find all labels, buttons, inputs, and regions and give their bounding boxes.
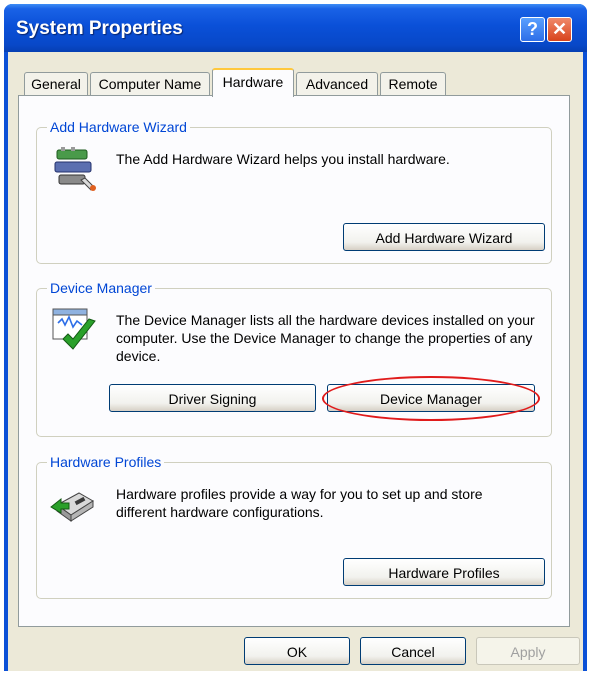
add-hardware-wizard-button[interactable]: Add Hardware Wizard: [343, 223, 545, 251]
hardware-tab-panel: Add Hardware Wizard The Add Hardware Wiz…: [18, 95, 570, 627]
help-button[interactable]: ?: [520, 17, 545, 42]
hardware-profiles-button[interactable]: Hardware Profiles: [343, 558, 545, 586]
device-manager-group-title: Device Manager: [47, 279, 155, 297]
device-manager-group: Device Manager The Device Manager lists …: [36, 279, 552, 437]
tab-hardware[interactable]: Hardware: [212, 68, 294, 97]
apply-button[interactable]: Apply: [476, 637, 580, 665]
tab-remote[interactable]: Remote: [380, 72, 446, 95]
help-icon: ?: [527, 19, 538, 39]
tab-computer-name[interactable]: Computer Name: [90, 72, 210, 95]
tab-advanced[interactable]: Advanced: [296, 72, 378, 95]
dialog-client-area: General Computer Name Hardware Advanced …: [8, 52, 583, 671]
window-title: System Properties: [16, 18, 183, 39]
device-manager-icon: [52, 308, 96, 350]
add-hardware-wizard-group: Add Hardware Wizard The Add Hardware Wiz…: [36, 118, 552, 264]
system-properties-window: System Properties ? ✕ General Computer N…: [4, 4, 587, 671]
title-bar[interactable]: System Properties ? ✕: [4, 4, 587, 52]
device-manager-button[interactable]: Device Manager: [327, 384, 535, 412]
device-manager-description: The Device Manager lists all the hardwar…: [116, 312, 535, 364]
tab-general[interactable]: General: [24, 72, 88, 95]
ok-button[interactable]: OK: [244, 637, 350, 665]
close-icon: ✕: [551, 19, 568, 39]
add-hardware-wizard-icon: [54, 147, 96, 191]
hardware-profiles-group: Hardware Profiles Hardware profiles prov…: [36, 453, 552, 599]
cancel-button[interactable]: Cancel: [360, 637, 466, 665]
add-hardware-group-title: Add Hardware Wizard: [47, 118, 190, 136]
hardware-profiles-icon: [50, 492, 94, 522]
add-hardware-description: The Add Hardware Wizard helps you instal…: [116, 151, 450, 167]
hardware-profiles-group-title: Hardware Profiles: [47, 453, 165, 471]
close-button[interactable]: ✕: [547, 17, 572, 42]
hardware-profiles-description: Hardware profiles provide a way for you …: [116, 486, 483, 520]
driver-signing-button[interactable]: Driver Signing: [109, 384, 316, 412]
